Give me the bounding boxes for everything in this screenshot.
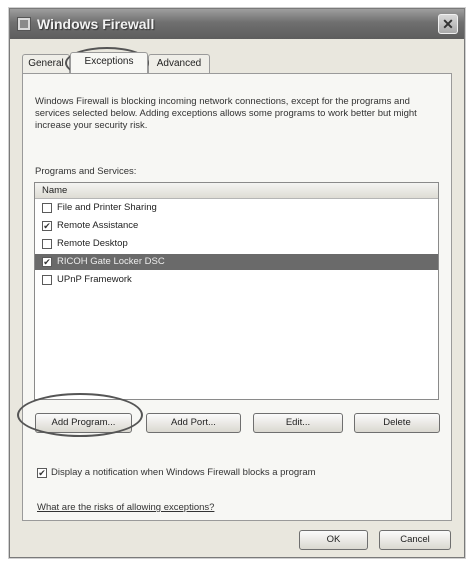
windows-firewall-dialog: Windows Firewall ✕ General Exceptions Ad… bbox=[9, 8, 465, 558]
exceptions-risks-link[interactable]: What are the risks of allowing exception… bbox=[37, 502, 214, 513]
list-item-label: Remote Desktop bbox=[57, 238, 128, 249]
add-port-button[interactable]: Add Port... bbox=[146, 413, 241, 433]
delete-button[interactable]: Delete bbox=[354, 413, 440, 433]
programs-list[interactable]: Name File and Printer Sharing ✔ Remote A… bbox=[34, 182, 439, 400]
add-program-button[interactable]: Add Program... bbox=[35, 413, 132, 433]
list-item-upnp-framework[interactable]: UPnP Framework bbox=[35, 272, 438, 288]
tab-exceptions[interactable]: Exceptions bbox=[70, 52, 148, 73]
close-button[interactable]: ✕ bbox=[438, 14, 458, 34]
list-item-remote-assistance[interactable]: ✔ Remote Assistance bbox=[35, 218, 438, 234]
ok-button[interactable]: OK bbox=[299, 530, 368, 550]
checkbox-ricoh-gate-locker[interactable]: ✔ bbox=[42, 257, 52, 267]
exceptions-description: Windows Firewall is blocking incoming ne… bbox=[35, 96, 417, 131]
list-item-remote-desktop[interactable]: Remote Desktop bbox=[35, 236, 438, 252]
list-item-label: UPnP Framework bbox=[57, 274, 132, 285]
exceptions-panel: Windows Firewall is blocking incoming ne… bbox=[22, 73, 452, 521]
checkbox-remote-desktop[interactable] bbox=[42, 239, 52, 249]
edit-button[interactable]: Edit... bbox=[253, 413, 343, 433]
window-title: Windows Firewall bbox=[37, 16, 155, 32]
list-item-ricoh-gate-locker[interactable]: ✔ RICOH Gate Locker DSC bbox=[35, 254, 438, 270]
programs-label: Programs and Services: bbox=[35, 166, 137, 177]
notification-label: Display a notification when Windows Fire… bbox=[51, 467, 316, 478]
column-header-name[interactable]: Name bbox=[35, 183, 438, 199]
list-item-label: RICOH Gate Locker DSC bbox=[57, 256, 165, 267]
title-bar[interactable]: Windows Firewall ✕ bbox=[10, 9, 464, 39]
checkbox-upnp-framework[interactable] bbox=[42, 275, 52, 285]
list-item-label: Remote Assistance bbox=[57, 220, 139, 231]
checkbox-file-printer-sharing[interactable] bbox=[42, 203, 52, 213]
notification-checkbox[interactable]: ✔ bbox=[37, 468, 47, 478]
list-item-file-printer-sharing[interactable]: File and Printer Sharing bbox=[35, 200, 438, 216]
tab-advanced[interactable]: Advanced bbox=[148, 54, 210, 73]
list-item-label: File and Printer Sharing bbox=[57, 202, 157, 213]
cancel-button[interactable]: Cancel bbox=[379, 530, 451, 550]
tab-general[interactable]: General bbox=[22, 54, 70, 73]
checkbox-remote-assistance[interactable]: ✔ bbox=[42, 221, 52, 231]
firewall-icon bbox=[17, 17, 31, 31]
